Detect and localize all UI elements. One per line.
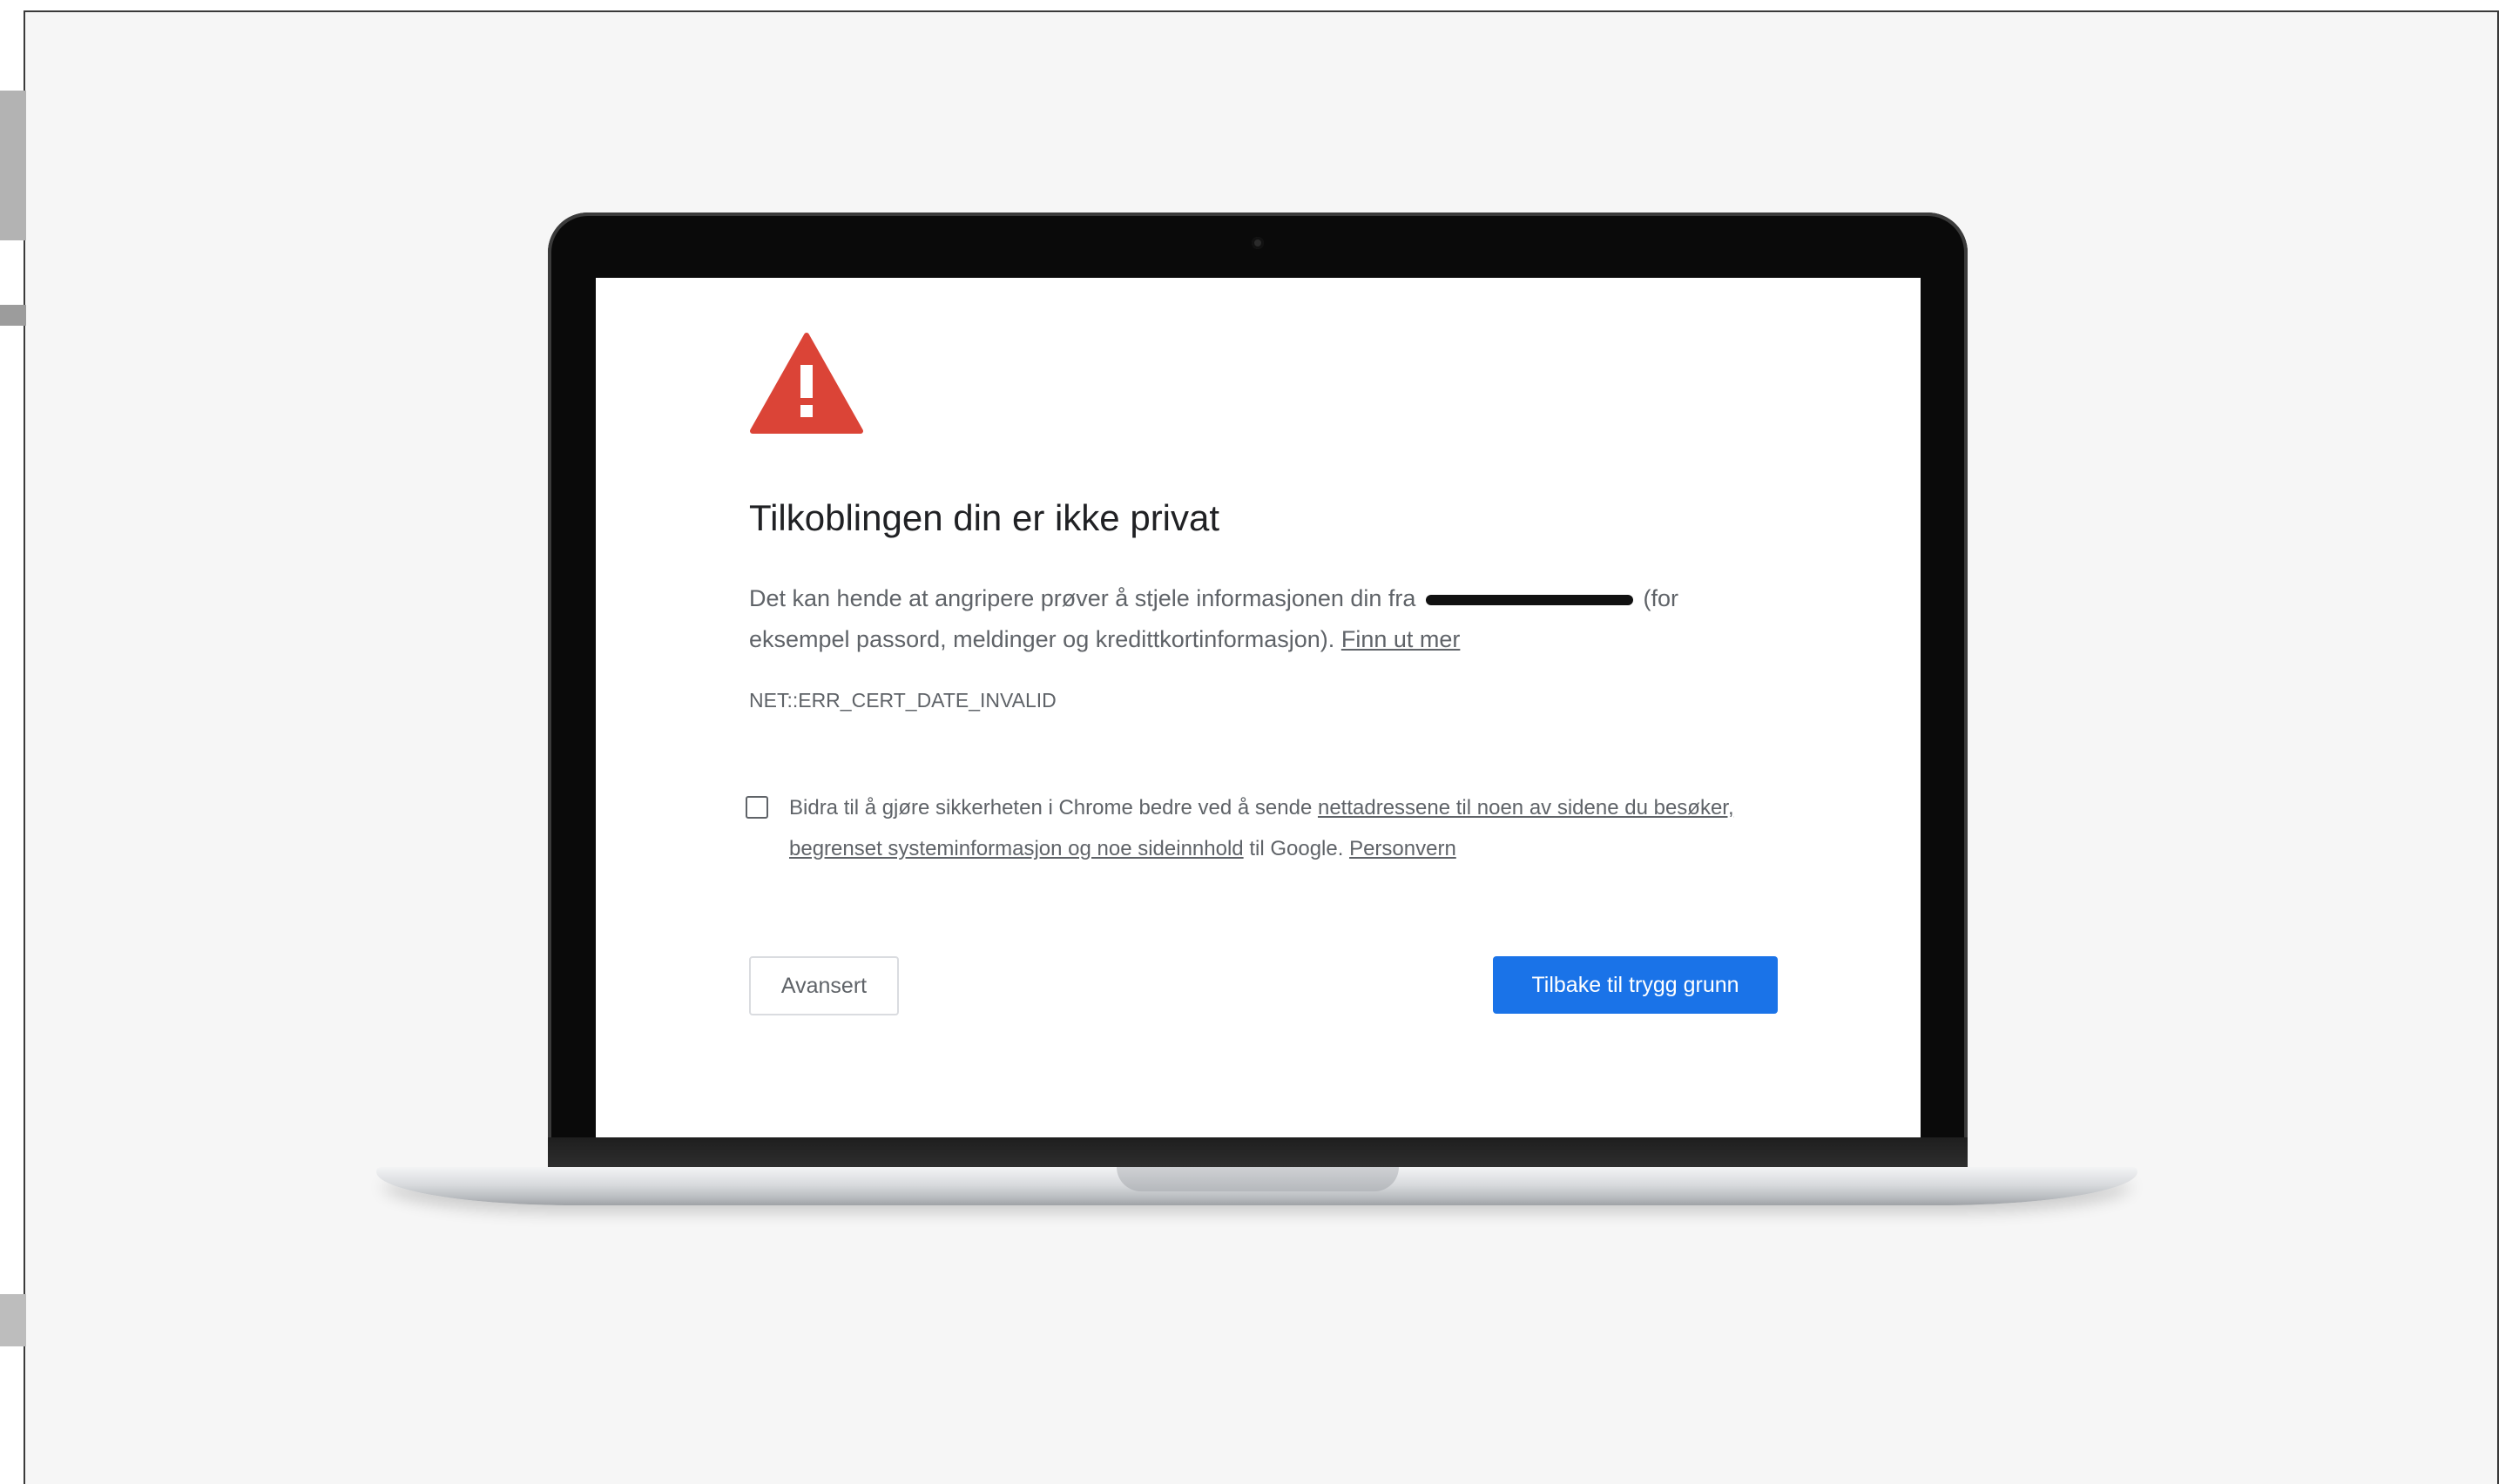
advanced-button[interactable]: Avansert <box>749 956 899 1015</box>
warning-triangle-icon <box>750 333 863 434</box>
page-title: Tilkoblingen din er ikke privat <box>749 497 1220 538</box>
privacy-link[interactable]: Personvern <box>1349 837 1456 860</box>
laptop-hinge <box>548 1137 1968 1169</box>
edge-strip-top <box>0 91 26 240</box>
optin-text: Bidra til å gjøre sikkerheten i Chrome b… <box>789 787 1773 869</box>
error-code: NET::ERR_CERT_DATE_INVALID <box>749 689 1057 712</box>
optin-text-start: Bidra til å gjøre sikkerheten i Chrome b… <box>789 796 1313 820</box>
error-description: Det kan hende at angripere prøver å stje… <box>749 578 1786 660</box>
redacted-domain <box>1425 594 1633 605</box>
description-text: Det kan hende at angripere prøver å stje… <box>749 585 1416 611</box>
browser-screen: Tilkoblingen din er ikke privat Det kan … <box>596 278 1921 1137</box>
edge-strip-mid <box>0 305 26 326</box>
back-to-safety-button[interactable]: Tilbake til trygg grunn <box>1493 956 1778 1014</box>
laptop-opening-notch <box>1117 1167 1399 1191</box>
optin-text-end: til Google. <box>1249 837 1344 860</box>
camera-icon <box>1252 237 1264 249</box>
learn-more-link[interactable]: Finn ut mer <box>1341 626 1461 652</box>
edge-strip-bottom <box>0 1294 26 1346</box>
optin-checkbox[interactable] <box>746 796 768 819</box>
